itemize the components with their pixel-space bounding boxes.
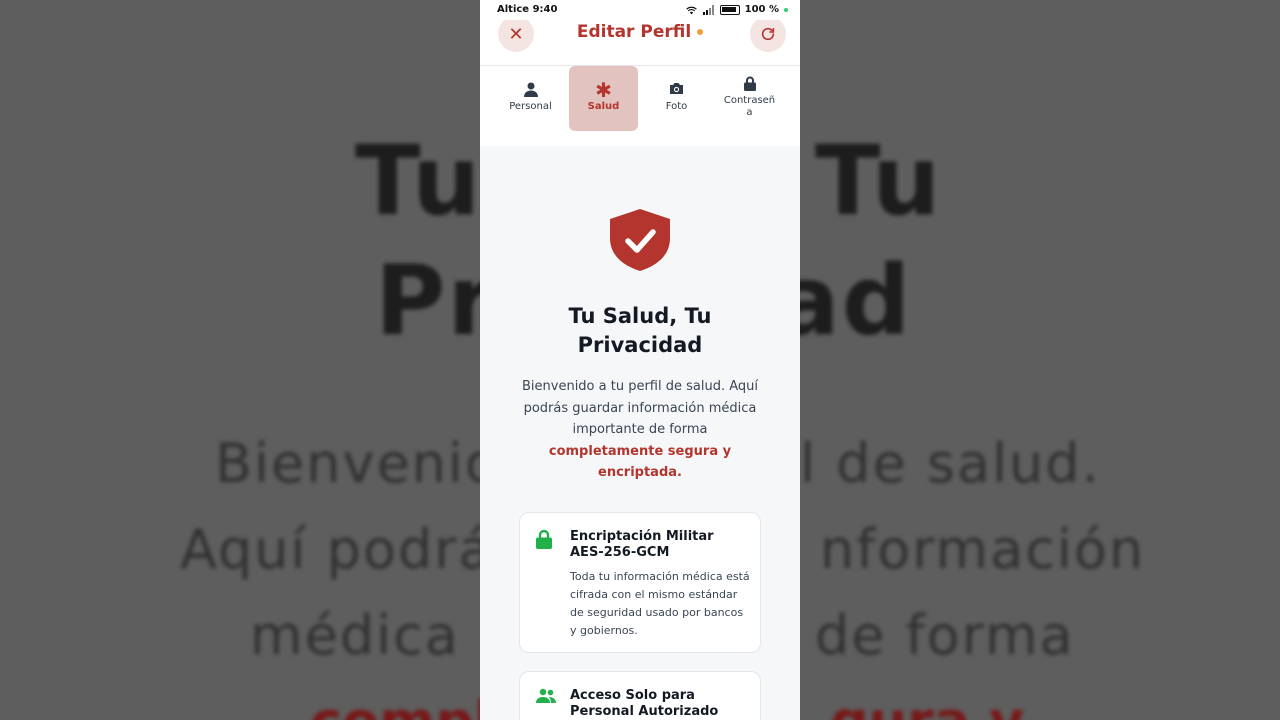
section-title: Tu Salud, Tu Privacidad — [500, 302, 780, 360]
tab-label: Foto — [665, 101, 688, 112]
section-description: Bienvenido a tu perfil de salud. Aquí po… — [518, 376, 762, 484]
clock: 9:40 — [532, 4, 558, 15]
bg-text: Aquí podrá — [180, 518, 494, 581]
bg-text: Pr — [375, 245, 497, 357]
refresh-button[interactable] — [750, 16, 786, 52]
camera-icon — [642, 82, 711, 98]
tab-label: Personal — [509, 101, 552, 112]
status-bar: Altice 9:40 100 % — [480, 0, 800, 20]
battery-icon — [719, 4, 740, 15]
charging-dot — [784, 7, 788, 12]
lock-icon — [536, 529, 552, 553]
bg-text: Tu — [815, 125, 943, 237]
unsaved-dot — [697, 29, 704, 35]
bg-text: gura y — [830, 690, 1024, 720]
title-line: Privacidad — [577, 333, 703, 357]
tab-personal[interactable]: Personal — [496, 66, 565, 131]
tab-bar: Personal ✱ Salud Foto Contraseñ a — [480, 66, 800, 146]
wifi-icon — [685, 6, 697, 14]
tab-contrasena[interactable]: Contraseñ a — [715, 66, 784, 131]
bg-text: Bienvenid — [215, 432, 502, 495]
feature-card-encryption: Encriptación Militar AES-256-GCM Toda tu… — [519, 512, 761, 653]
users-icon — [536, 688, 556, 708]
shield-check-icon — [610, 209, 670, 271]
refresh-icon — [761, 27, 775, 41]
phone-screen: ✕ Editar Perfil Altice 9:40 100 % Person… — [480, 0, 800, 720]
card-title: Encriptación Militar AES-256-GCM — [570, 529, 714, 560]
lock-icon — [715, 76, 784, 92]
tab-salud[interactable]: ✱ Salud — [569, 66, 638, 131]
person-icon — [496, 82, 565, 98]
bg-text: l de salud. — [800, 432, 1101, 495]
title-line: Tu Salud, Tu — [568, 304, 712, 328]
tab-label: Contraseñ a — [715, 95, 784, 119]
tab-label-line: Contraseñ — [723, 95, 776, 106]
tab-foto[interactable]: Foto — [642, 66, 711, 131]
feature-card-access: Acceso Solo para Personal Autorizado — [519, 671, 761, 720]
card-title: Acceso Solo para Personal Autorizado — [570, 688, 719, 719]
description-text: Bienvenido a tu perfil de salud. Aquí po… — [522, 379, 758, 437]
salud-content: Tu Salud, Tu Privacidad Bienvenido a tu … — [480, 146, 800, 720]
card-body: Toda tu información médica está cifrada … — [570, 570, 750, 637]
tab-label-line: a — [746, 107, 753, 118]
description-highlight: completamente segura y encriptada. — [548, 443, 732, 481]
bg-text: Tu — [355, 125, 483, 237]
signal-icon — [702, 4, 714, 15]
bg-text: nformación — [820, 518, 1146, 581]
carrier: Altice — [497, 4, 530, 15]
asterisk-icon: ✱ — [595, 78, 612, 102]
battery-level: 100 % — [744, 4, 779, 15]
bg-text: médica i — [250, 604, 497, 667]
tab-label: Salud — [587, 101, 620, 112]
page-title-text: Editar Perfil — [576, 22, 692, 42]
bg-text: de forma — [815, 604, 1075, 667]
app-header: ✕ Editar Perfil — [480, 14, 800, 66]
